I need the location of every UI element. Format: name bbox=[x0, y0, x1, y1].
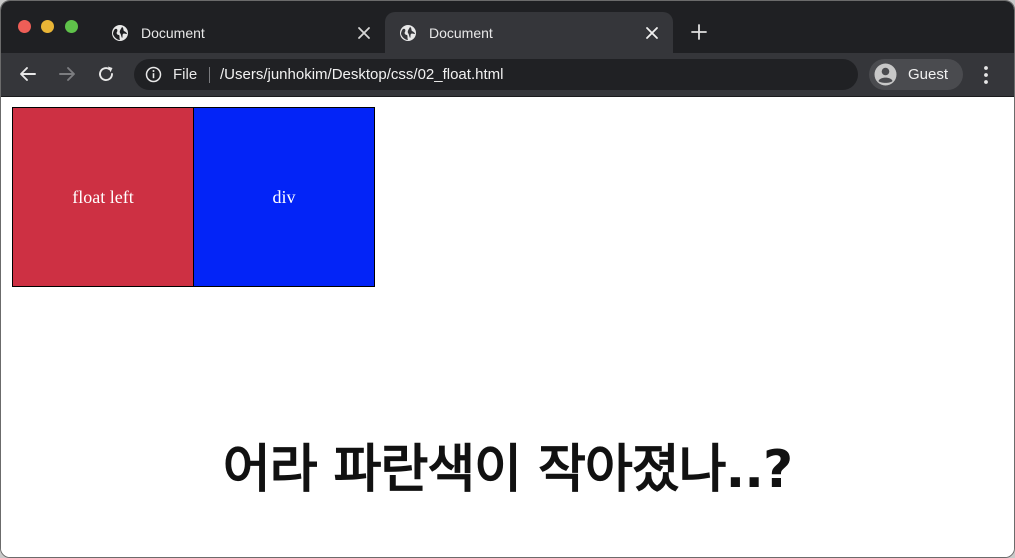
toolbar: File /Users/junhokim/Desktop/css/02_floa… bbox=[1, 53, 1014, 97]
profile-name: Guest bbox=[908, 66, 949, 83]
address-bar[interactable]: File /Users/junhokim/Desktop/css/02_floa… bbox=[134, 59, 858, 90]
tab-title: Document bbox=[141, 24, 205, 41]
kebab-menu-icon[interactable] bbox=[977, 65, 995, 85]
info-icon[interactable] bbox=[145, 66, 162, 83]
tab-document-1[interactable]: Document bbox=[97, 12, 385, 53]
tab-strip: Document Document bbox=[1, 1, 1014, 53]
window-maximize-button[interactable] bbox=[65, 20, 78, 33]
overlay-caption: 어라 파란색이 작아졌나..? bbox=[222, 440, 793, 500]
window-minimize-button[interactable] bbox=[41, 20, 54, 33]
float-left-box: float left bbox=[12, 107, 194, 287]
div-box-label: div bbox=[272, 186, 296, 207]
tab-document-2[interactable]: Document bbox=[385, 12, 673, 53]
url-text[interactable]: /Users/junhokim/Desktop/css/02_float.htm… bbox=[220, 59, 503, 90]
reload-icon[interactable] bbox=[96, 64, 116, 84]
browser-window: Document Document File /Users/junhokim/D… bbox=[0, 0, 1015, 558]
plus-icon[interactable] bbox=[689, 22, 709, 42]
globe-icon bbox=[400, 24, 416, 41]
profile-avatar-icon bbox=[874, 63, 897, 86]
url-separator bbox=[209, 67, 210, 83]
forward-arrow-icon[interactable] bbox=[57, 64, 77, 84]
url-scheme-label: File bbox=[173, 66, 198, 83]
globe-icon bbox=[112, 24, 128, 41]
div-box: div bbox=[193, 107, 375, 287]
close-icon[interactable] bbox=[643, 24, 661, 42]
float-left-box-label: float left bbox=[72, 186, 134, 207]
profile-button[interactable]: Guest bbox=[869, 59, 963, 90]
window-close-button[interactable] bbox=[18, 20, 31, 33]
close-icon[interactable] bbox=[355, 24, 373, 42]
back-arrow-icon[interactable] bbox=[18, 64, 38, 84]
tab-title: Document bbox=[429, 24, 493, 41]
page-viewport: float left div 어라 파란색이 작아졌나..? bbox=[1, 97, 1014, 557]
